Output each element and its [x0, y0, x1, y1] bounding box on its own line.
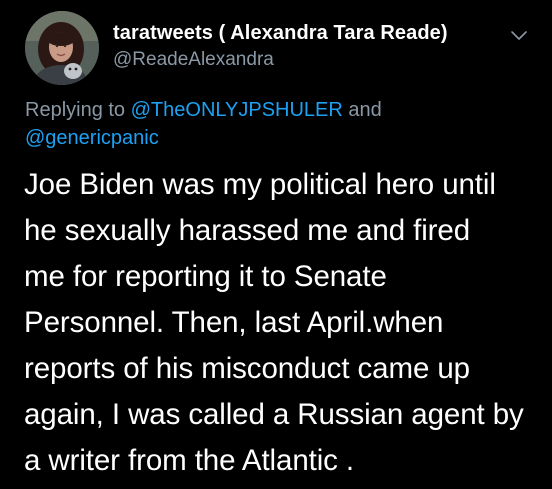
user-handle[interactable]: @ReadeAlexandra: [113, 48, 533, 72]
tweet: taratweets ( Alexandra Tara Reade) @Read…: [0, 0, 552, 489]
tweet-header: taratweets ( Alexandra Tara Reade) @Read…: [113, 20, 533, 72]
profile-photo-icon: [25, 11, 99, 85]
tweet-line: Personnel. Then, last April.when: [24, 306, 444, 339]
mention-theonlyjpshuler[interactable]: @TheONLYJPSHULER: [131, 99, 343, 121]
tweet-line: again, I was called a Russian agent by: [24, 398, 524, 431]
tweet-line: a writer from the Atlantic .: [24, 444, 355, 477]
tweet-line: he sexually harassed me and fired: [24, 214, 471, 247]
tweet-line: Joe Biden was my political hero until: [24, 168, 496, 201]
tweet-line: me for reporting it to Senate: [24, 260, 387, 293]
avatar[interactable]: [25, 11, 99, 85]
mention-genericpanic[interactable]: @genericpanic: [25, 127, 159, 149]
tweet-text: Joe Biden was my political hero until he…: [24, 162, 552, 484]
reply-context: Replying to @TheONLYJPSHULER and @generi…: [25, 96, 525, 152]
reply-joiner: and: [348, 99, 382, 121]
tweet-line: reports of his misconduct came up: [24, 352, 470, 385]
display-name[interactable]: taratweets ( Alexandra Tara Reade): [113, 20, 533, 46]
chevron-down-icon[interactable]: [508, 24, 530, 46]
reply-prefix: Replying to: [25, 99, 126, 121]
